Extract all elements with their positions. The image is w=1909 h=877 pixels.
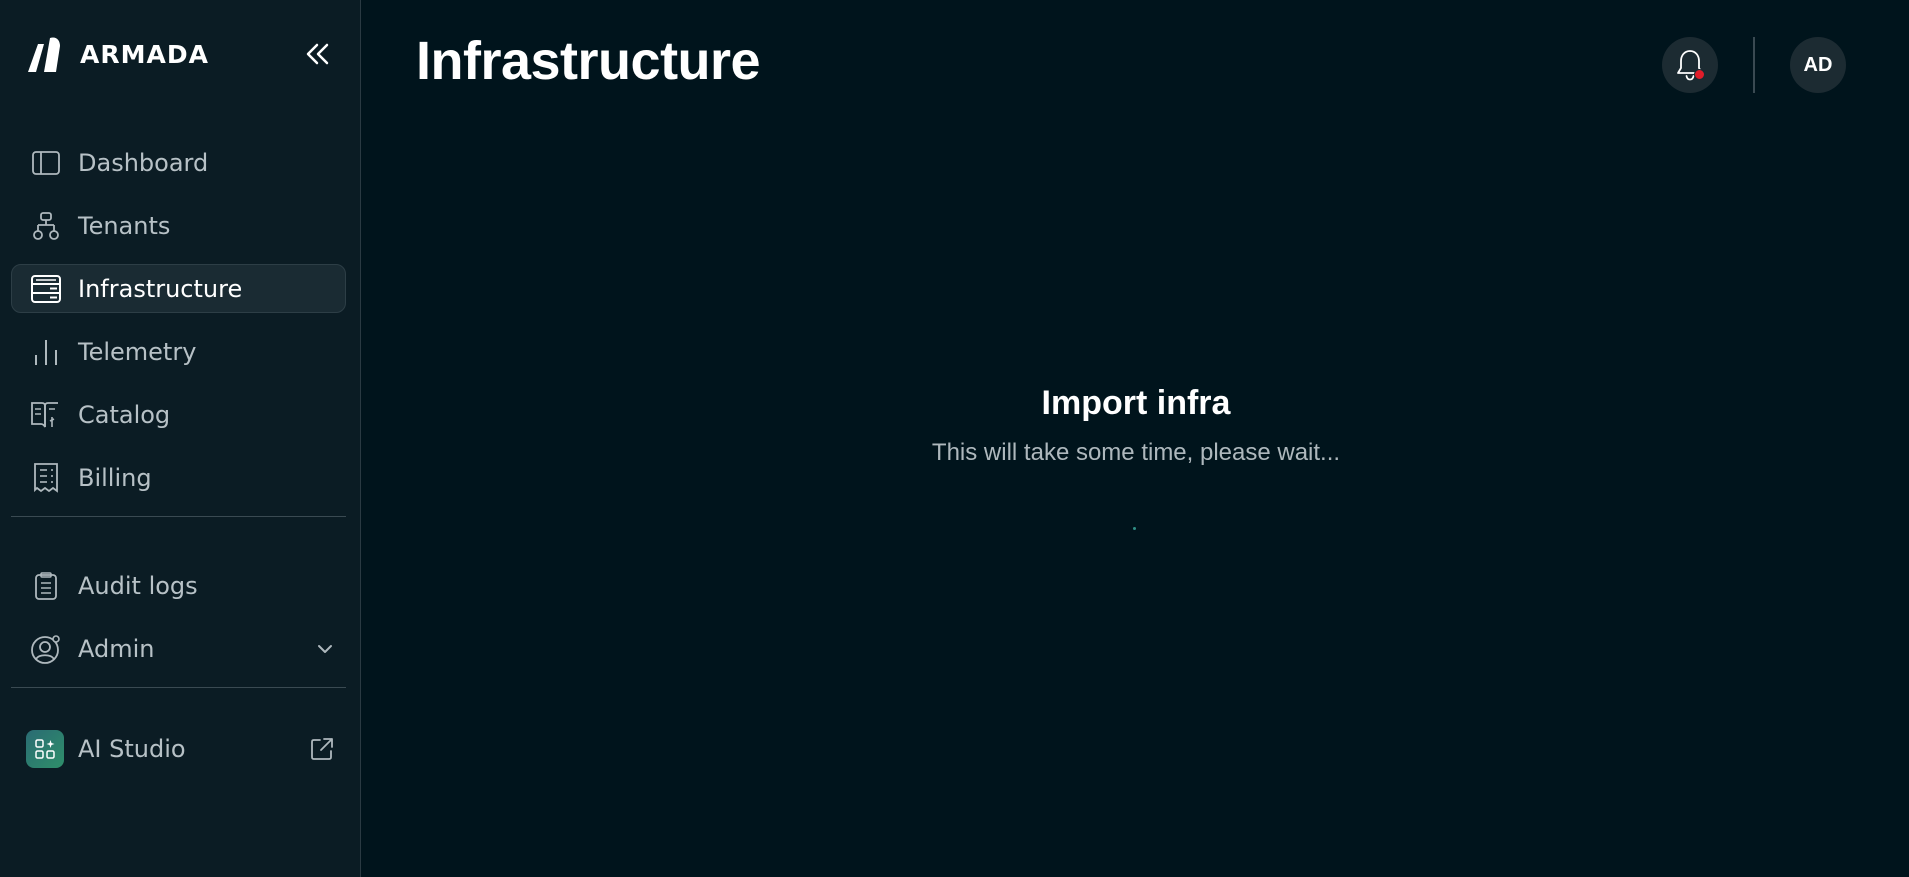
external-link-icon	[309, 736, 335, 762]
bar-chart-icon	[30, 336, 62, 368]
header-divider	[1753, 37, 1755, 93]
sidebar-item-label: Infrastructure	[78, 274, 243, 303]
ai-studio-icon	[26, 729, 64, 768]
sidebar-item-label: Tenants	[78, 211, 171, 240]
loading-spinner	[1133, 527, 1136, 530]
sidebar-divider	[11, 516, 346, 517]
receipt-icon	[30, 462, 62, 494]
sidebar: ARMADA Dashboard Tenants Infrastructure	[0, 0, 361, 877]
clipboard-icon	[30, 570, 62, 602]
sidebar-item-catalog[interactable]: Catalog	[11, 390, 346, 439]
chevron-down-icon	[317, 644, 333, 654]
notifications-button[interactable]	[1662, 37, 1718, 93]
book-icon	[30, 399, 62, 431]
page-title: Infrastructure	[416, 31, 761, 91]
loading-panel: Import infra This will take some time, p…	[836, 384, 1436, 467]
loading-message: This will take some time, please wait...	[931, 439, 1341, 466]
sidebar-item-label: Billing	[78, 463, 152, 492]
brand-name: ARMADA	[80, 39, 209, 69]
sidebar-item-label: AI Studio	[78, 734, 186, 763]
main-nav: Dashboard Tenants Infrastructure Telemet…	[11, 138, 346, 787]
sidebar-item-infrastructure[interactable]: Infrastructure	[11, 264, 346, 313]
sidebar-item-label: Audit logs	[78, 571, 198, 600]
sidebar-item-label: Telemetry	[78, 337, 197, 366]
brand-logo[interactable]: ARMADA	[26, 34, 209, 74]
loading-title: Import infra	[1041, 384, 1231, 422]
collapse-sidebar-button[interactable]	[298, 36, 338, 72]
sidebar-item-tenants[interactable]: Tenants	[11, 201, 346, 250]
avatar[interactable]: AD	[1790, 37, 1846, 93]
hierarchy-icon	[30, 210, 62, 242]
double-chevron-left-icon	[306, 43, 329, 65]
sidebar-item-label: Admin	[78, 634, 155, 663]
sidebar-item-label: Dashboard	[78, 148, 209, 177]
sidebar-item-label: Catalog	[78, 400, 171, 429]
panel-layout-icon	[30, 147, 62, 179]
sidebar-divider	[11, 687, 346, 688]
sidebar-item-dashboard[interactable]: Dashboard	[11, 138, 346, 187]
user-gear-icon	[30, 633, 62, 665]
sidebar-item-admin[interactable]: Admin	[11, 624, 346, 673]
sidebar-item-telemetry[interactable]: Telemetry	[11, 327, 346, 376]
sidebar-item-ai-studio[interactable]: AI Studio	[11, 724, 346, 773]
armada-logo-icon	[28, 37, 60, 72]
sidebar-item-audit-logs[interactable]: Audit logs	[11, 561, 346, 610]
sidebar-item-billing[interactable]: Billing	[11, 453, 346, 502]
server-icon	[30, 273, 62, 305]
notification-badge	[1694, 69, 1705, 80]
